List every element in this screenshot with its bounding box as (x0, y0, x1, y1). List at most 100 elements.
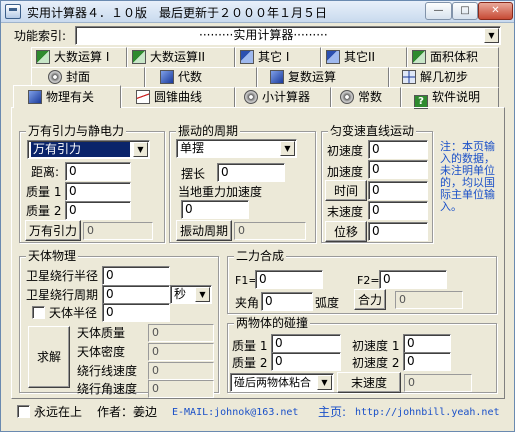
tab-physics[interactable]: 物理有关 (13, 85, 121, 108)
acceleration-label: 加速度 (327, 165, 364, 179)
body-density-label: 天体密度 (77, 345, 126, 359)
tab-label: 大数运算II (150, 50, 206, 64)
collision-m2-label: 质量 2 (232, 356, 268, 370)
period-button[interactable]: 振动周期 (176, 220, 232, 241)
tab-label: 代数 (178, 70, 203, 84)
tab-complex[interactable]: 复数运算 (257, 67, 389, 87)
f1-input[interactable]: 0 (255, 270, 323, 289)
homepage-link[interactable]: http://johnbill.yeah.net (355, 406, 500, 420)
angle-label: 夹角 (235, 296, 260, 310)
tab-other-2[interactable]: 其它II (321, 47, 407, 67)
tab-label: 常数 (358, 90, 383, 104)
v0-input[interactable]: 0 (368, 140, 428, 159)
gravity-button[interactable]: 万有引力 (25, 220, 81, 241)
title-bar: 实用计算器４．１０版 最后更新于２０００年１月５日 — □ ✕ (1, 1, 514, 23)
f2-label: F2= (357, 274, 380, 287)
chevron-down-icon[interactable]: ▼ (484, 28, 499, 43)
tab-area-volume[interactable]: 面积体积 (407, 47, 499, 67)
resultant-output: 0 (395, 291, 463, 309)
collision-v1-input[interactable]: 0 (403, 334, 451, 353)
collision-m2-input[interactable]: 0 (271, 352, 341, 371)
body-radius-input[interactable]: 0 (102, 303, 170, 322)
v0-label: 初速度 (327, 144, 364, 158)
stay-on-top-label: 永远在上 (34, 405, 83, 419)
tab-algebra[interactable]: 代数 (145, 67, 257, 87)
chevron-down-icon[interactable]: ▼ (133, 142, 148, 157)
oscillator-type-dropdown[interactable]: 单摆 ▼ (176, 139, 297, 158)
tab-other-1[interactable]: 其它 I (235, 47, 321, 67)
resultant-button[interactable]: 合力 (354, 289, 386, 310)
tab-small-calculator[interactable]: 小计算器 (235, 87, 331, 107)
tab-constants[interactable]: 常数 (331, 87, 401, 107)
angle-input[interactable]: 0 (261, 292, 313, 311)
body-radius-checkbox[interactable] (32, 306, 45, 319)
mass1-label: 质量 1 (26, 185, 62, 199)
close-button[interactable]: ✕ (478, 2, 513, 20)
chevron-down-icon[interactable]: ▼ (317, 375, 332, 390)
orbit-period-input[interactable]: 0 (102, 285, 170, 304)
collision-mode-dropdown[interactable]: 碰后两物体粘合 ▼ (230, 373, 334, 392)
time-button[interactable]: 时间 (325, 180, 367, 201)
other-icon (326, 50, 340, 64)
orbit-radius-input[interactable]: 0 (102, 266, 170, 285)
solve-button[interactable]: 求解 (28, 326, 70, 388)
units-note: 注：本页输入的数据，未注明单位的，均以国际主单位输入。 (440, 140, 495, 213)
gravity-accel-input[interactable]: 0 (181, 200, 249, 219)
tab-label: 复数运算 (288, 70, 337, 84)
final-velocity-button[interactable]: 末速度 (337, 372, 401, 393)
other-icon (240, 50, 254, 64)
collision-mode-value: 碰后两物体粘合 (234, 376, 311, 389)
period-unit-value: 秒 (174, 287, 187, 301)
mass2-label: 质量 2 (26, 204, 62, 218)
stay-on-top-checkbox[interactable] (17, 405, 30, 418)
tab-label: 封面 (66, 70, 91, 84)
tab-label: 大数运算 I (54, 50, 110, 64)
orbit-radius-label: 卫星绕行半径 (26, 269, 99, 283)
tab-analytic-geometry[interactable]: 解几初步 (389, 67, 499, 87)
displacement-button[interactable]: 位移 (325, 221, 367, 242)
tab-help[interactable]: ? 软件说明 (401, 87, 499, 109)
tab-bignum-2[interactable]: 大数运算II (127, 47, 235, 67)
maximize-button[interactable]: □ (452, 2, 478, 20)
length-label: 摆长 (181, 167, 206, 181)
length-input[interactable]: 0 (217, 163, 285, 182)
tab-label: 软件说明 (432, 90, 481, 104)
angular-velocity-label: 绕行角速度 (77, 382, 138, 396)
cd-icon (244, 90, 258, 104)
function-index-dropdown[interactable]: ·········实用计算器········· ▼ (75, 26, 501, 45)
collision-m1-label: 质量 1 (232, 339, 268, 353)
time-input[interactable]: 0 (368, 181, 428, 200)
axes-icon (402, 70, 416, 84)
chevron-down-icon[interactable]: ▼ (195, 287, 210, 302)
f2-input[interactable]: 0 (379, 270, 447, 289)
period-result: 0 (234, 222, 306, 240)
curve-icon (136, 90, 150, 104)
period-unit-dropdown[interactable]: 秒 ▼ (170, 285, 212, 304)
collision-v2-label: 初速度 2 (352, 356, 400, 370)
distance-input[interactable]: 0 (65, 162, 131, 181)
bignum-icon (132, 50, 146, 64)
mass2-input[interactable]: 0 (65, 201, 131, 220)
mass1-input[interactable]: 0 (65, 182, 131, 201)
angular-velocity-output: 0 (148, 380, 214, 398)
tab-bignum-1[interactable]: 大数运算 I (31, 47, 127, 67)
email-link[interactable]: E-MAIL:johnok@163.net (172, 406, 298, 420)
minimize-button[interactable]: — (425, 2, 452, 20)
force-type-dropdown[interactable]: 万有引力 ▼ (27, 140, 150, 159)
acceleration-input[interactable]: 0 (368, 160, 428, 179)
chevron-down-icon[interactable]: ▼ (280, 141, 295, 156)
tab-label: 物理有关 (46, 90, 95, 104)
function-index-value: ·········实用计算器········· (199, 28, 328, 42)
group-title: 匀变速直线运动 (328, 124, 417, 138)
group-title: 万有引力与静电力 (26, 124, 127, 138)
distance-label: 距离: (31, 165, 60, 179)
group-title: 振动的周期 (176, 124, 241, 138)
collision-m1-input[interactable]: 0 (271, 334, 341, 353)
v1-input[interactable]: 0 (368, 201, 428, 220)
displacement-input[interactable]: 0 (368, 222, 428, 241)
body-radius-label: 天体半径 (49, 306, 98, 320)
tab-conic[interactable]: 圆锥曲线 (121, 87, 235, 107)
tab-label: 解几初步 (420, 70, 469, 84)
tab-cover[interactable]: 封面 (31, 67, 145, 87)
collision-v2-input[interactable]: 0 (403, 352, 451, 371)
